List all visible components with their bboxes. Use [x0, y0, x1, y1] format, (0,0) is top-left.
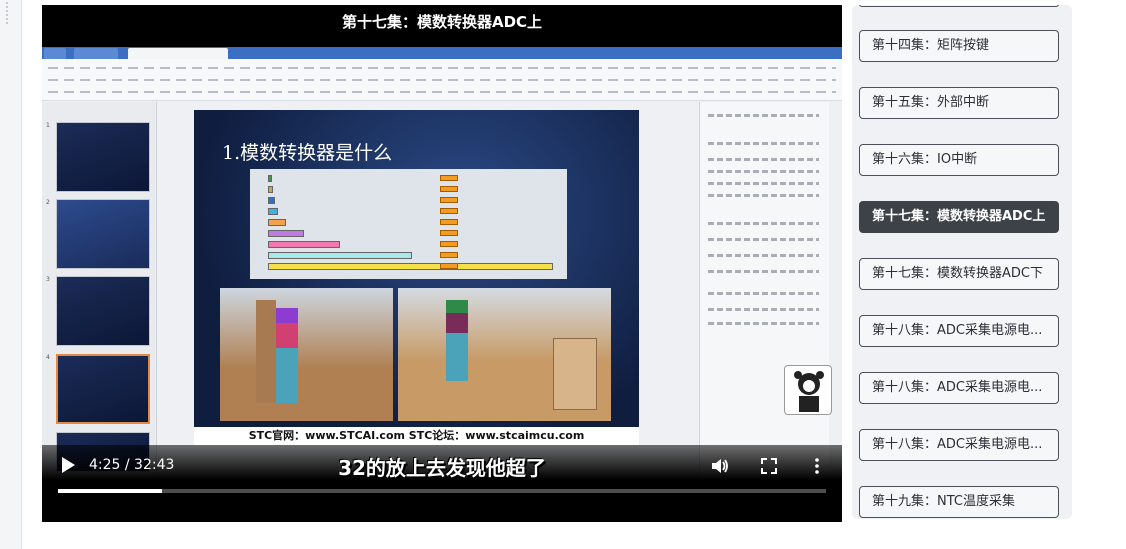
- playlist-item[interactable]: 第十八集：ADC采集电源电...: [859, 315, 1059, 347]
- progress-bar[interactable]: [58, 489, 826, 493]
- voltage-stack-illustration: [220, 288, 393, 421]
- slide-thumbnails: 1 2 3 4: [42, 102, 157, 487]
- playlist-item-active[interactable]: 第十七集：模数转换器ADC上: [859, 201, 1059, 233]
- episode-playlist: 第十四集：矩阵按键 第十五集：外部中断 第十六集：IO中断 第十七集：模数转换器…: [852, 5, 1072, 519]
- playlist-item[interactable]: 第十八集：ADC采集电源电...: [859, 429, 1059, 461]
- measurement-illustration: [398, 288, 611, 421]
- playlist-item-clipped[interactable]: [859, 5, 1059, 7]
- playlist-item[interactable]: 第十七集：模数转换器ADC下: [859, 258, 1059, 290]
- left-gutter: [0, 0, 22, 549]
- video-player[interactable]: 第十七集：模数转换器ADC上 1 2 3 4 1.模数转换器是什么 STC官网：…: [42, 5, 842, 522]
- playlist-item[interactable]: 第十八集：ADC采集电源电...: [859, 372, 1059, 404]
- progress-fill: [58, 489, 162, 493]
- slide-footer: STC官网：www.STCAI.com STC论坛：www.stcaimcu.c…: [194, 427, 639, 445]
- playlist-item[interactable]: 第十六集：IO中断: [859, 144, 1059, 176]
- format-panel: [699, 102, 829, 487]
- fullscreen-icon[interactable]: [759, 456, 779, 476]
- playlist-item[interactable]: 第十四集：矩阵按键: [859, 30, 1059, 62]
- playlist-item[interactable]: 第十九集：NTC温度采集: [859, 486, 1059, 518]
- volume-icon[interactable]: [710, 456, 730, 476]
- mascot-sticker: [784, 365, 832, 415]
- ppt-ribbon: [42, 59, 842, 101]
- video-frame: 1 2 3 4 1.模数转换器是什么 STC官网：www.STCAI.com S…: [42, 47, 842, 487]
- ppt-side-rail: [829, 102, 842, 487]
- time-display: 4:25 / 32:43: [89, 457, 175, 473]
- more-icon[interactable]: [807, 456, 827, 476]
- slide-canvas: 1.模数转换器是什么 STC官网：www.STCAI.com STC论坛：www…: [194, 110, 639, 445]
- playlist-item[interactable]: 第十五集：外部中断: [859, 87, 1059, 119]
- bit-weight-diagram: [250, 169, 567, 279]
- slide-heading: 1.模数转换器是什么: [222, 142, 393, 164]
- drag-handle-icon[interactable]: [6, 2, 10, 24]
- ppt-tab-strip: [42, 47, 842, 59]
- play-icon[interactable]: [60, 456, 76, 474]
- video-title: 第十七集：模数转换器ADC上: [341, 13, 543, 31]
